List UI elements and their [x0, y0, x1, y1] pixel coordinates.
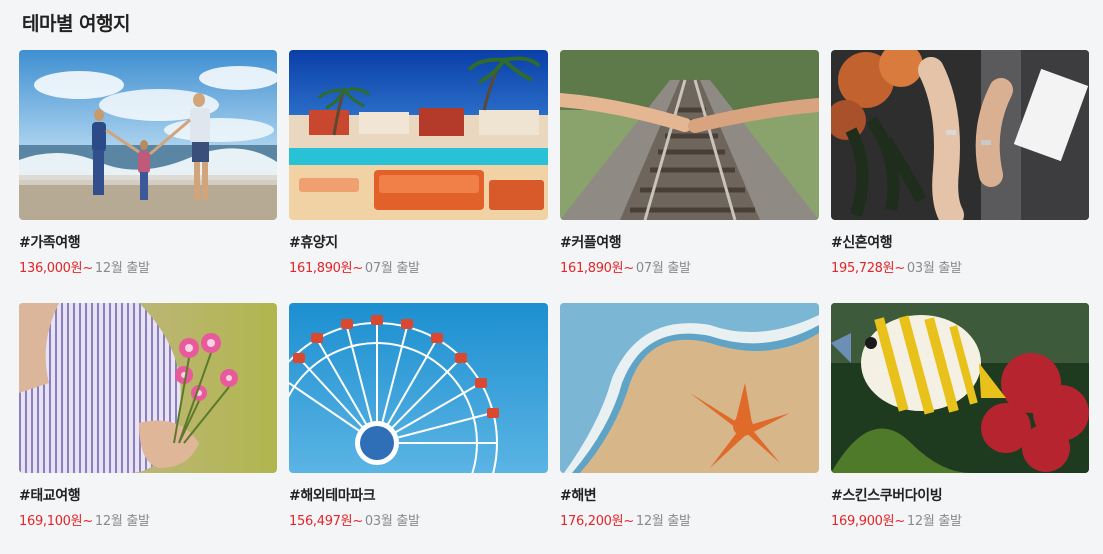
- theme-card-honeymoon[interactable]: #신혼여행 195,728원~ 03월 출발: [831, 50, 1089, 276]
- card-tag[interactable]: #커플여행: [560, 232, 819, 252]
- wedding-rings-photo[interactable]: [831, 50, 1089, 220]
- card-meta: 169,900원~ 12월 출발: [831, 510, 1089, 529]
- card-price: 195,728원~: [831, 261, 905, 276]
- card-meta: 161,890원~ 07월 출발: [289, 257, 548, 276]
- theme-destinations-section: 테마별 여행지 #가족여행 136,000원~ 12월 출발 #휴양지 161,…: [0, 0, 1103, 554]
- family-beach-photo[interactable]: [19, 50, 277, 220]
- card-meta: 136,000원~ 12월 출발: [19, 257, 277, 276]
- card-departure: 12월 출발: [635, 514, 691, 529]
- theme-card-prenatal[interactable]: #태교여행 169,100원~ 12월 출발: [19, 303, 277, 529]
- card-tag[interactable]: #태교여행: [19, 485, 277, 505]
- card-departure: 07월 출발: [364, 261, 420, 276]
- section-title: 테마별 여행지: [22, 13, 131, 35]
- theme-card-beach[interactable]: #해변 176,200원~ 12월 출발: [560, 303, 819, 529]
- card-tag[interactable]: #휴양지: [289, 232, 548, 252]
- card-meta: 161,890원~ 07월 출발: [560, 257, 819, 276]
- ferris-wheel-photo[interactable]: [289, 303, 548, 473]
- card-departure: 12월 출발: [906, 514, 962, 529]
- card-departure: 12월 출발: [94, 261, 150, 276]
- card-tag[interactable]: #가족여행: [19, 232, 277, 252]
- resort-pool-photo[interactable]: [289, 50, 548, 220]
- card-price: 169,900원~: [831, 514, 905, 529]
- couple-railway-photo[interactable]: [560, 50, 819, 220]
- card-meta: 195,728원~ 03월 출발: [831, 257, 1089, 276]
- card-tag[interactable]: #신혼여행: [831, 232, 1089, 252]
- card-tag[interactable]: #스킨스쿠버다이빙: [831, 485, 1089, 505]
- card-meta: 169,100원~ 12월 출발: [19, 510, 277, 529]
- card-price: 136,000원~: [19, 261, 93, 276]
- card-departure: 07월 출발: [635, 261, 691, 276]
- card-price: 161,890원~: [560, 261, 634, 276]
- tropical-fish-photo[interactable]: [831, 303, 1089, 473]
- theme-card-scuba[interactable]: #스킨스쿠버다이빙 169,900원~ 12월 출발: [831, 303, 1089, 529]
- card-price: 156,497원~: [289, 514, 363, 529]
- theme-card-couple[interactable]: #커플여행 161,890원~ 07월 출발: [560, 50, 819, 276]
- card-price: 176,200원~: [560, 514, 634, 529]
- starfish-beach-photo[interactable]: [560, 303, 819, 473]
- theme-card-grid: #가족여행 136,000원~ 12월 출발 #휴양지 161,890원~ 07…: [19, 50, 1089, 529]
- pregnancy-flowers-photo[interactable]: [19, 303, 277, 473]
- card-departure: 03월 출발: [364, 514, 420, 529]
- card-departure: 12월 출발: [94, 514, 150, 529]
- card-meta: 156,497원~ 03월 출발: [289, 510, 548, 529]
- theme-card-themepark[interactable]: #해외테마파크 156,497원~ 03월 출발: [289, 303, 548, 529]
- theme-card-family[interactable]: #가족여행 136,000원~ 12월 출발: [19, 50, 277, 276]
- card-meta: 176,200원~ 12월 출발: [560, 510, 819, 529]
- card-price: 161,890원~: [289, 261, 363, 276]
- theme-card-resort[interactable]: #휴양지 161,890원~ 07월 출발: [289, 50, 548, 276]
- card-price: 169,100원~: [19, 514, 93, 529]
- card-tag[interactable]: #해외테마파크: [289, 485, 548, 505]
- card-tag[interactable]: #해변: [560, 485, 819, 505]
- card-departure: 03월 출발: [906, 261, 962, 276]
